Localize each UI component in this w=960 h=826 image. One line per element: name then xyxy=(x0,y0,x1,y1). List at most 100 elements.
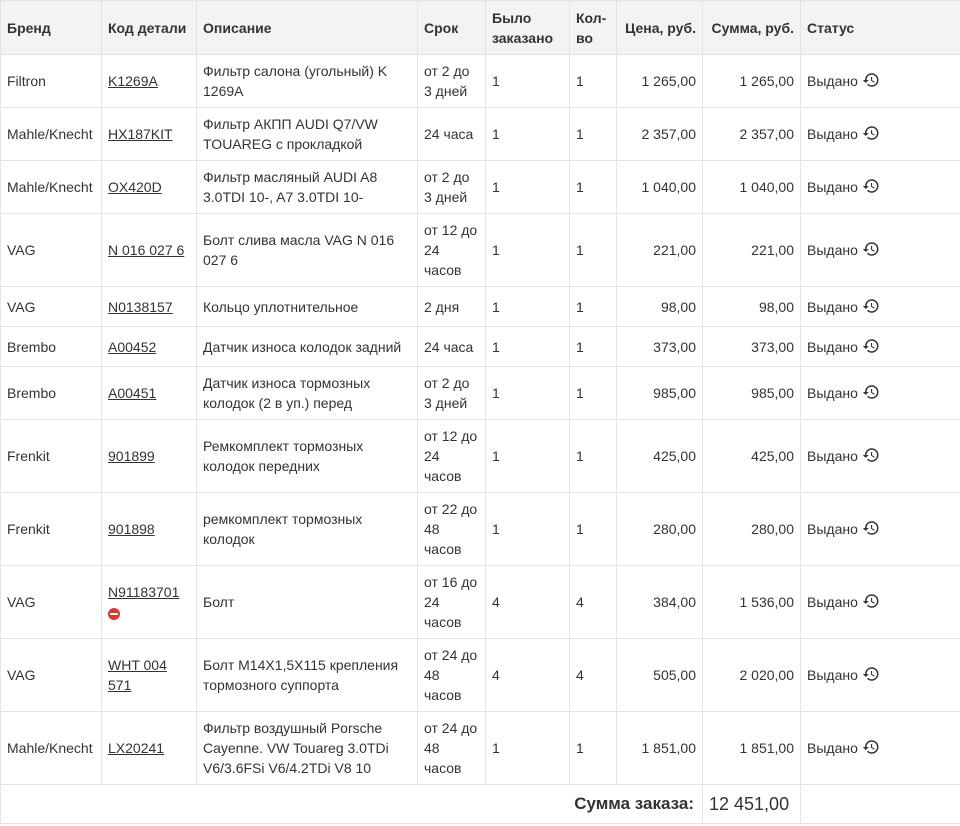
qty-cell: 1 xyxy=(569,326,617,367)
term-cell: от 22 до 48 часов xyxy=(417,492,486,566)
table-row: Brembo A00452 Датчик износа колодок задн… xyxy=(0,326,960,367)
status-text: Выдано xyxy=(807,740,858,756)
description-text: Ремкомплект тормозных колодок передних xyxy=(203,438,364,474)
qty-cell: 1 xyxy=(569,107,617,161)
ordered-cell: 1 xyxy=(485,492,570,566)
term-cell: от 2 до 3 дней xyxy=(417,366,486,420)
term-text: от 2 до 3 дней xyxy=(424,169,470,205)
description-text: Датчик износа колодок задний xyxy=(203,338,402,355)
qty-count: 1 xyxy=(576,242,584,258)
part-code-link[interactable]: N 016 027 6 xyxy=(108,242,184,258)
brand-cell: Frenkit xyxy=(0,492,102,566)
sum-value: 985,00 xyxy=(751,385,794,401)
history-icon[interactable] xyxy=(862,240,880,258)
table-row: Frenkit 901899 Ремкомплект тормозных кол… xyxy=(0,419,960,493)
history-icon[interactable] xyxy=(862,71,880,89)
qty-count: 1 xyxy=(576,298,584,315)
price-value: 505,00 xyxy=(653,667,696,683)
status-text: Выдано xyxy=(807,448,858,464)
status-cell: Выдано xyxy=(800,54,960,108)
table-row: Mahle/Knecht LX20241 Фильтр воздушный Po… xyxy=(0,711,960,785)
ordered-cell: 1 xyxy=(485,160,570,214)
description-cell: Фильтр воздушный Porsche Cayenne. VW Tou… xyxy=(196,711,418,785)
part-code-link[interactable]: LX20241 xyxy=(108,740,164,756)
brand-cell: Brembo xyxy=(0,326,102,367)
order-total-value: 12 451,00 xyxy=(702,784,801,824)
history-icon[interactable] xyxy=(862,297,880,315)
price-cell: 98,00 xyxy=(616,286,703,327)
history-icon[interactable] xyxy=(862,446,880,464)
history-icon[interactable] xyxy=(862,124,880,142)
qty-cell: 1 xyxy=(569,54,617,108)
ordered-count: 1 xyxy=(492,242,500,258)
table-row: Filtron K1269A Фильтр салона (угольный) … xyxy=(0,54,960,108)
price-cell: 2 357,00 xyxy=(616,107,703,161)
price-cell: 373,00 xyxy=(616,326,703,367)
history-icon[interactable] xyxy=(862,592,880,610)
ordered-cell: 1 xyxy=(485,54,570,108)
price-value: 384,00 xyxy=(653,594,696,610)
sum-value: 280,00 xyxy=(751,521,794,537)
status-text: Выдано xyxy=(807,242,858,258)
part-code-link[interactable]: N0138157 xyxy=(108,299,173,315)
code-cell: K1269A xyxy=(101,54,197,108)
status-text: Выдано xyxy=(807,73,858,89)
status-cell: Выдано xyxy=(800,711,960,785)
term-text: от 16 до 24 часов xyxy=(424,574,478,630)
code-cell: N 016 027 6 xyxy=(101,213,197,287)
sum-value: 1 265,00 xyxy=(739,73,795,89)
part-code-link[interactable]: OX420D xyxy=(108,179,162,195)
part-code-link[interactable]: 901898 xyxy=(108,521,155,537)
description-cell: Фильтр масляный AUDI A8 3.0TDI 10-, A7 3… xyxy=(196,160,418,214)
description-cell: Болт M14X1,5X115 крепления тормозного су… xyxy=(196,638,418,712)
part-code-link[interactable]: A00452 xyxy=(108,339,156,355)
part-code-link[interactable]: N91183701 xyxy=(108,584,179,600)
history-icon[interactable] xyxy=(862,177,880,195)
brand-cell: Mahle/Knecht xyxy=(0,107,102,161)
table-header-row: Бренд Код детали Описание Срок Было зака… xyxy=(0,0,960,55)
description-cell: Ремкомплект тормозных колодок передних xyxy=(196,419,418,493)
brand-name: Brembo xyxy=(7,385,57,401)
description-cell: Датчик износа тормозных колодок (2 в уп.… xyxy=(196,366,418,420)
term-text: от 2 до 3 дней xyxy=(424,375,470,411)
qty-count: 1 xyxy=(576,448,584,464)
qty-count: 1 xyxy=(576,126,584,142)
term-cell: от 24 до 48 часов xyxy=(417,638,486,712)
history-icon[interactable] xyxy=(862,337,880,355)
status-text: Выдано xyxy=(807,594,858,610)
part-code-link[interactable]: K1269A xyxy=(108,73,158,89)
ordered-count: 1 xyxy=(492,179,500,195)
description-text: Болт xyxy=(203,594,235,610)
ordered-count: 1 xyxy=(492,521,500,537)
sum-cell: 280,00 xyxy=(702,492,801,566)
qty-cell: 4 xyxy=(569,638,617,712)
history-icon[interactable] xyxy=(862,383,880,401)
price-cell: 1 265,00 xyxy=(616,54,703,108)
history-icon[interactable] xyxy=(862,738,880,756)
brand-cell: Mahle/Knecht xyxy=(0,160,102,214)
qty-cell: 1 xyxy=(569,213,617,287)
sum-cell: 221,00 xyxy=(702,213,801,287)
part-code-link[interactable]: A00451 xyxy=(108,385,156,401)
sum-value: 221,00 xyxy=(751,242,794,258)
qty-count: 4 xyxy=(576,667,584,683)
description-text: Болт M14X1,5X115 крепления тормозного су… xyxy=(203,657,399,693)
qty-count: 1 xyxy=(576,740,584,756)
description-cell: ремкомплект тормозных колодок xyxy=(196,492,418,566)
part-code-link[interactable]: WHT 004 571 xyxy=(108,657,167,693)
history-icon[interactable] xyxy=(862,519,880,537)
header-status: Статус xyxy=(800,0,960,55)
history-icon[interactable] xyxy=(862,665,880,683)
ordered-cell: 1 xyxy=(485,326,570,367)
table-row: VAG WHT 004 571 Болт M14X1,5X115 креплен… xyxy=(0,638,960,712)
code-cell: N91183701 xyxy=(101,565,197,639)
part-code-link[interactable]: HX187KIT xyxy=(108,126,173,142)
description-cell: Фильтр салона (угольный) K 1269A xyxy=(196,54,418,108)
part-code-link[interactable]: 901899 xyxy=(108,448,155,464)
header-description: Описание xyxy=(196,0,418,55)
price-cell: 280,00 xyxy=(616,492,703,566)
brand-name: Filtron xyxy=(7,73,46,89)
description-text: ремкомплект тормозных колодок xyxy=(203,511,363,547)
qty-cell: 4 xyxy=(569,565,617,639)
price-cell: 1 851,00 xyxy=(616,711,703,785)
